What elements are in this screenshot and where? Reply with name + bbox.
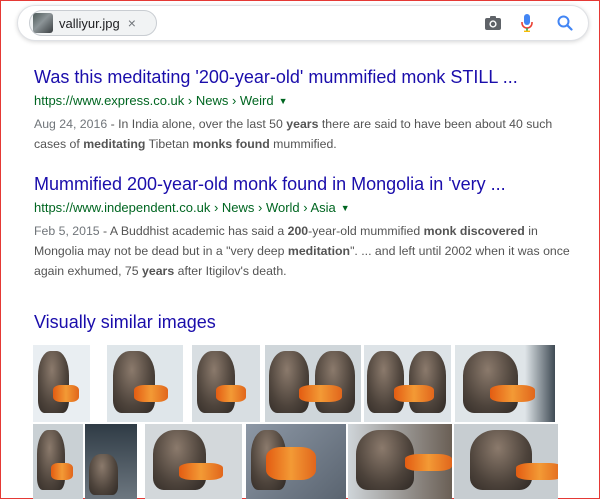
result-snippet: Aug 24, 2016 - In India alone, over the … [34, 114, 574, 154]
result-snippet: Feb 5, 2015 - A Buddhist academic has sa… [34, 221, 574, 281]
microphone-icon[interactable] [516, 12, 538, 34]
search-icon[interactable] [554, 12, 576, 34]
snippet-bold-term: monks found [192, 137, 270, 151]
query-image-filename: valliyur.jpg [59, 15, 120, 31]
clear-image-button[interactable]: × [128, 15, 136, 31]
snippet-bold-term: meditating [83, 137, 146, 151]
similar-image-thumbnail[interactable] [107, 345, 183, 422]
result-snippet-text: - A Buddhist academic has said a 200-yea… [34, 224, 570, 278]
similar-image-thumbnail[interactable] [265, 345, 361, 422]
query-image-thumbnail [33, 13, 53, 33]
search-result-2: Mummified 200-year-old monk found in Mon… [34, 173, 574, 281]
result-snippet-text: - In India alone, over the last 50 years… [34, 117, 552, 151]
snippet-text: - In India alone, over the last 50 [107, 117, 287, 131]
similar-image-thumbnail[interactable] [33, 424, 83, 499]
result-url-text[interactable]: https://www.independent.co.uk › News › W… [34, 200, 336, 215]
result-title-link[interactable]: Was this meditating '200-year-old' mummi… [34, 66, 574, 88]
result-url-text[interactable]: https://www.express.co.uk › News › Weird [34, 93, 274, 108]
similar-image-thumbnail[interactable] [192, 345, 260, 422]
similar-image-thumbnail[interactable] [455, 345, 555, 422]
similar-image-thumbnail[interactable] [246, 424, 346, 499]
result-date: Aug 24, 2016 [34, 117, 108, 131]
snippet-text: mummified. [269, 137, 337, 151]
search-result-1: Was this meditating '200-year-old' mummi… [34, 66, 574, 154]
search-bar[interactable]: valliyur.jpg × [17, 5, 589, 41]
result-title-link[interactable]: Mummified 200-year-old monk found in Mon… [34, 173, 574, 195]
snippet-text: - A Buddhist academic has said a [99, 224, 288, 238]
similar-image-thumbnail[interactable] [33, 345, 90, 422]
similar-image-thumbnail[interactable] [364, 345, 451, 422]
similar-image-thumbnail[interactable] [145, 424, 242, 499]
similar-image-thumbnail[interactable] [85, 424, 137, 499]
result-url: https://www.independent.co.uk › News › W… [34, 198, 574, 218]
camera-icon[interactable] [482, 12, 504, 34]
visually-similar-heading[interactable]: Visually similar images [34, 312, 216, 333]
result-url-caret-icon[interactable]: ▼ [279, 96, 288, 106]
snippet-text: Tibetan [145, 137, 193, 151]
snippet-text: after Itigilov's death. [174, 264, 287, 278]
result-date: Feb 5, 2015 [34, 224, 100, 238]
similar-image-thumbnail[interactable] [348, 424, 452, 499]
snippet-bold-term: monk discovered [423, 224, 525, 238]
snippet-text: -year-old mummified [308, 224, 424, 238]
snippet-bold-term: years [142, 264, 175, 278]
result-url-caret-icon[interactable]: ▼ [341, 203, 350, 213]
result-url: https://www.express.co.uk › News › Weird… [34, 91, 574, 111]
snippet-bold-term: meditation [287, 244, 351, 258]
similar-image-thumbnail[interactable] [454, 424, 558, 499]
snippet-bold-term: 200 [287, 224, 309, 238]
image-query-chip[interactable]: valliyur.jpg × [29, 10, 157, 36]
snippet-bold-term: years [286, 117, 319, 131]
